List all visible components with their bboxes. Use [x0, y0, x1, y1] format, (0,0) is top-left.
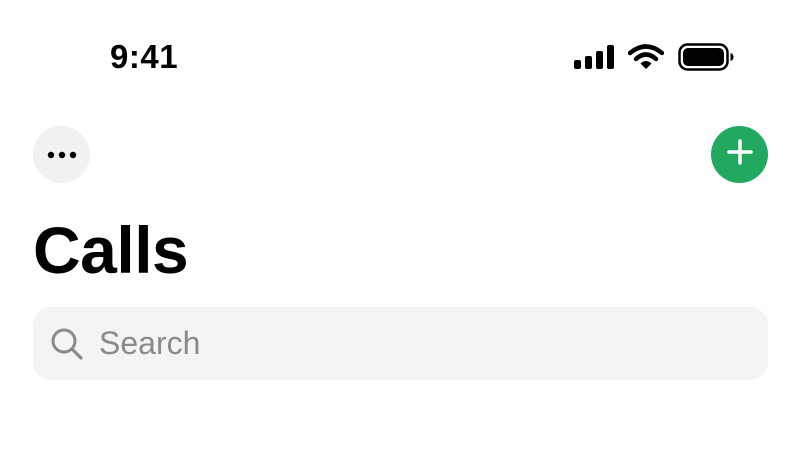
- status-time: 9:41: [110, 38, 179, 75]
- wifi-icon: [627, 43, 665, 75]
- search-bar[interactable]: [33, 307, 768, 380]
- new-call-button[interactable]: [711, 126, 768, 183]
- search-input[interactable]: [97, 312, 741, 375]
- cellular-signal-icon: [574, 44, 614, 74]
- plus-icon: [726, 139, 753, 170]
- more-options-button[interactable]: [33, 126, 90, 183]
- calls-screen: 9:41 Calls Search: [0, 0, 800, 450]
- page-title: Calls: [33, 213, 189, 287]
- battery-icon: [678, 42, 734, 76]
- ellipsis-icon: [47, 146, 77, 164]
- status-icons: [574, 42, 734, 76]
- search-icon: [49, 326, 85, 362]
